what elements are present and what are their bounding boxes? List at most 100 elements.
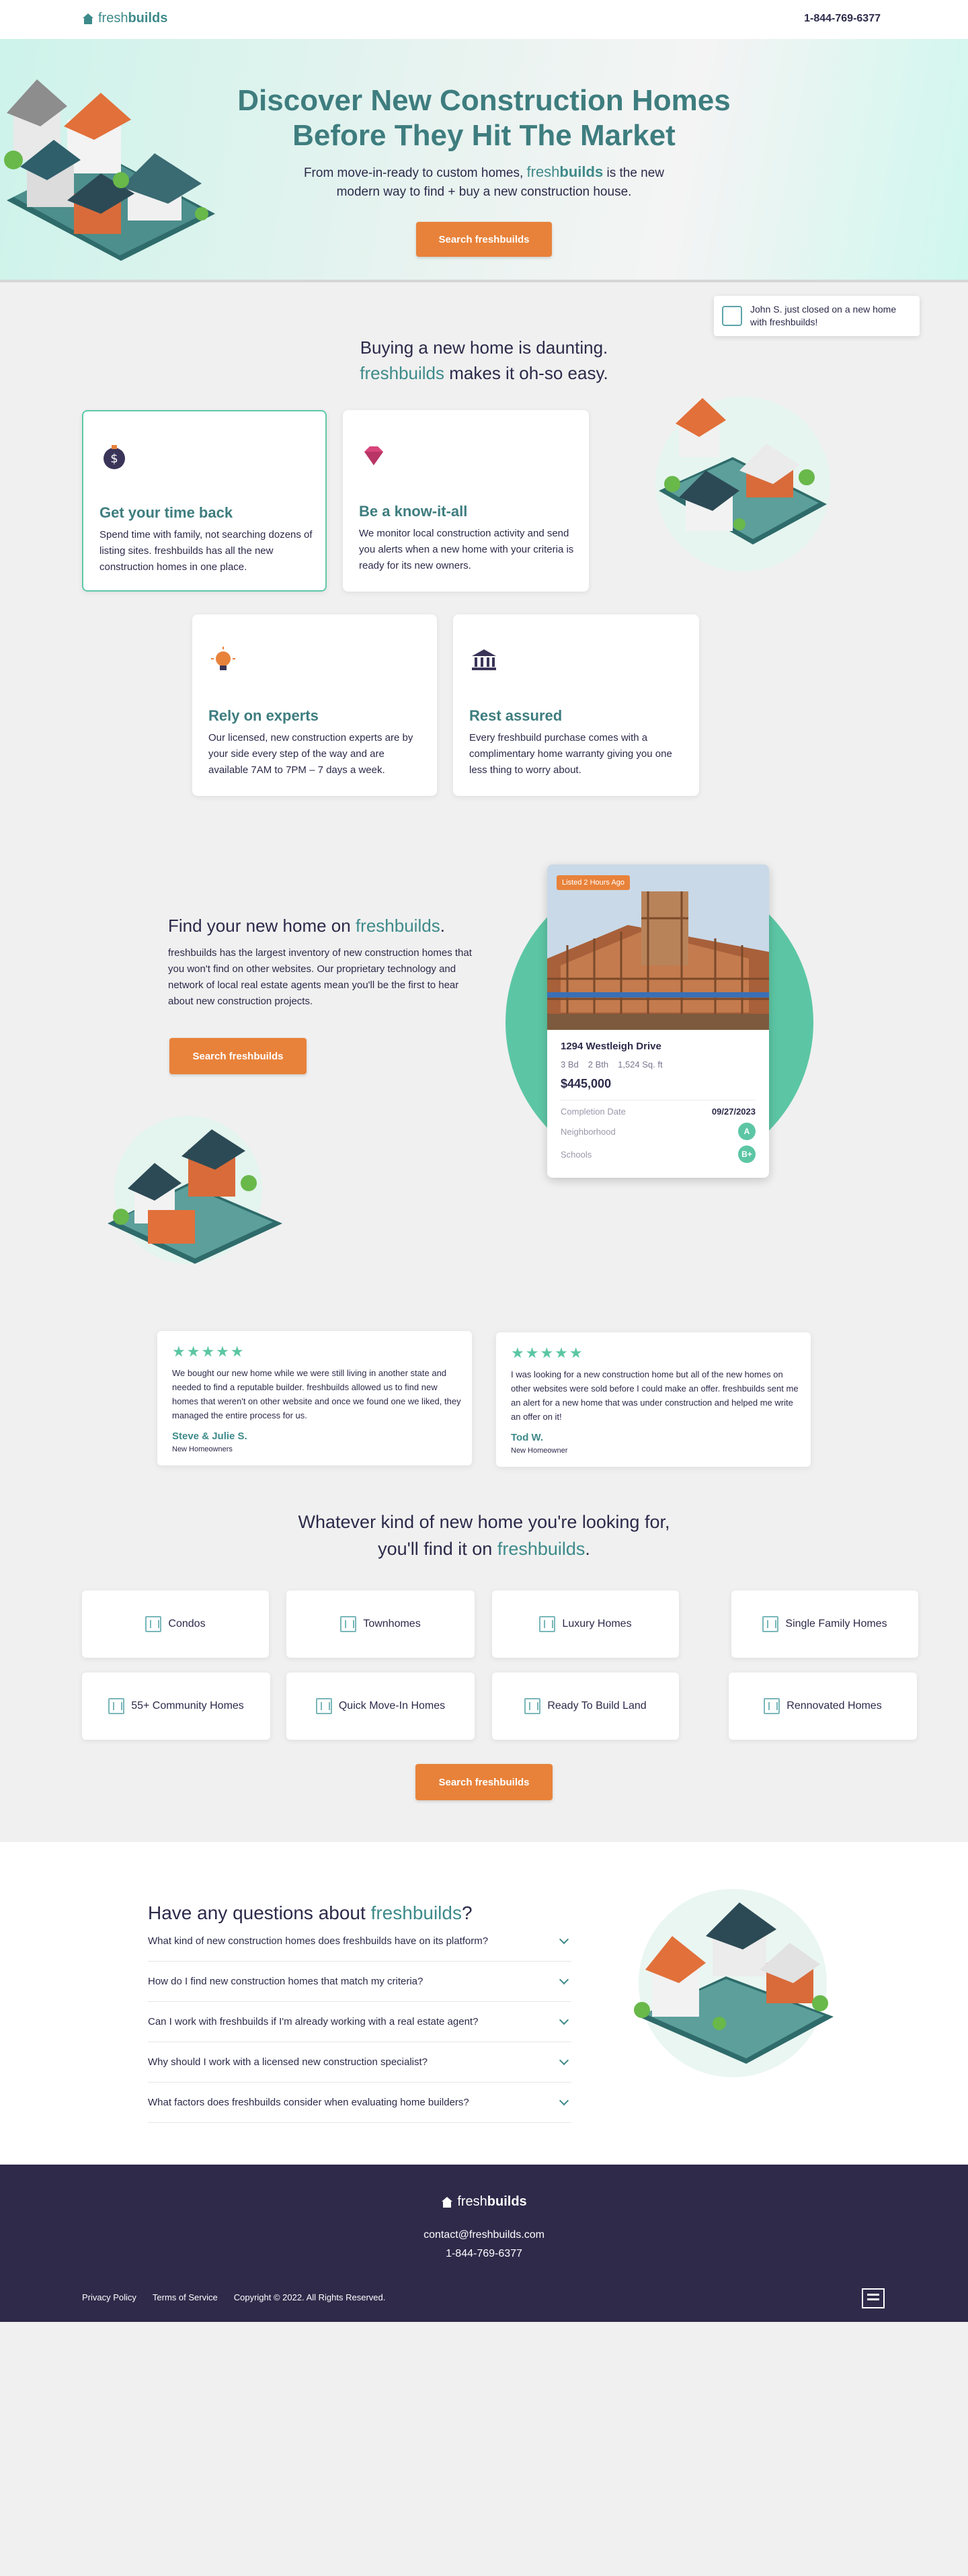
terms-link[interactable]: Terms of Service <box>153 2292 218 2302</box>
benefit-title: Be a know-it-all <box>359 503 468 520</box>
footer-phone-link[interactable]: 1-844-769-6377 <box>0 2248 968 2260</box>
home-type-condos[interactable]: Condos <box>82 1591 269 1658</box>
land-icon <box>524 1698 541 1714</box>
neighborhood-illustration <box>655 397 830 571</box>
benefit-card-experts: Rely on experts Our licensed, new constr… <box>192 614 437 796</box>
footer-email-link[interactable]: contact@freshbuilds.com <box>0 2229 968 2241</box>
hero-subtitle-pre: From move-in-ready to custom homes, <box>303 166 524 180</box>
home-type-label: Ready To Build Land <box>547 1700 647 1712</box>
daunting-line2: makes it oh-so easy. <box>449 363 608 383</box>
faq-item[interactable]: Why should I work with a licensed new co… <box>148 2042 571 2083</box>
find-brand: freshbuilds <box>356 916 440 936</box>
faq-question: What kind of new construction homes does… <box>148 1935 489 1947</box>
home-type-luxury[interactable]: Luxury Homes <box>492 1591 679 1658</box>
rating-stars-icon: ★★★★★ <box>172 1343 245 1360</box>
kinds-brand: freshbuilds <box>497 1539 586 1559</box>
diamond-icon <box>364 446 383 465</box>
daunting-brand-builds: builds <box>399 363 444 383</box>
listing-card[interactable]: Listed 2 Hours Ago 1294 Westleigh Drive … <box>547 864 769 1178</box>
listing-age-badge: Listed 2 Hours Ago <box>557 875 630 890</box>
neighborhood-grade: A <box>738 1123 756 1140</box>
faq-item[interactable]: How do I find new construction homes tha… <box>148 1962 571 2002</box>
kinds-brand-fresh: fresh <box>497 1539 538 1559</box>
listing-sqft: 1,524 Sq. ft <box>618 1059 663 1070</box>
benefit-card-assured: Rest assured Every freshbuild purchase c… <box>453 614 699 796</box>
benefit-card-time: $ Get your time back Spend time with fam… <box>82 410 327 592</box>
hero-houses-illustration <box>4 79 215 261</box>
faq-item[interactable]: Can I work with freshbuilds if I'm alrea… <box>148 2002 571 2042</box>
home-type-quick-move-in[interactable]: Quick Move-In Homes <box>286 1673 475 1740</box>
move-in-icon <box>315 1698 332 1714</box>
reviewer-role: New Homeowner <box>511 1447 568 1455</box>
notification-text: John S. just closed on a new home with f… <box>750 304 897 327</box>
home-type-single-family[interactable]: Single Family Homes <box>731 1591 918 1658</box>
daunting-heading: Buying a new home is daunting. freshbuil… <box>282 335 686 386</box>
footer: freshbuilds contact@freshbuilds.com 1-84… <box>0 2165 968 2322</box>
kinds-line2-post: . <box>585 1539 590 1559</box>
logo-fresh: fresh <box>98 11 128 26</box>
luxury-home-icon <box>539 1616 556 1632</box>
benefit-title: Rest assured <box>469 707 563 724</box>
privacy-policy-link[interactable]: Privacy Policy <box>82 2292 136 2302</box>
hero-title-line1: Discover New Construction Homes <box>237 84 731 117</box>
house-logo-icon <box>441 2196 453 2208</box>
listing-baths: 2 Bth <box>588 1059 609 1070</box>
faq-item[interactable]: What factors does freshbuilds consider w… <box>148 2083 571 2123</box>
hero-brand: freshbuilds <box>527 163 604 180</box>
logo[interactable]: freshbuilds <box>82 11 167 26</box>
hero-search-button[interactable]: Search freshbuilds <box>416 222 552 257</box>
review-card: ★★★★★ We bought our new home while we we… <box>157 1331 472 1465</box>
reviewer-name: Steve & Julie S. <box>172 1431 247 1442</box>
condo-icon <box>145 1616 162 1632</box>
community-icon <box>108 1698 125 1714</box>
home-types-heading: Whatever kind of new home you're looking… <box>255 1508 713 1562</box>
home-type-label: 55+ Community Homes <box>131 1700 244 1712</box>
listing-price: $445,000 <box>561 1077 612 1090</box>
faq-item[interactable]: What kind of new construction homes does… <box>148 1921 571 1962</box>
home-type-55plus[interactable]: 55+ Community Homes <box>82 1673 270 1740</box>
house-logo-icon <box>82 13 94 24</box>
benefit-text: Spend time with family, not searching do… <box>99 529 313 573</box>
home-type-townhomes[interactable]: Townhomes <box>286 1591 475 1658</box>
equal-housing-icon <box>862 2288 885 2308</box>
review-card: ★★★★★ I was looking for a new constructi… <box>496 1332 811 1467</box>
schools-grade: B+ <box>738 1145 756 1163</box>
kinds-line2-pre: you'll find it on <box>378 1539 493 1559</box>
daunting-brand: freshbuilds <box>360 363 444 383</box>
footer-links: Privacy Policy Terms of Service Copyrigh… <box>82 2292 385 2302</box>
review-text: We bought our new home while we were sti… <box>172 1368 461 1420</box>
faq-houses-illustration <box>634 1889 834 2077</box>
find-title: Find your new home on freshbuilds. <box>168 916 445 936</box>
townhome-icon <box>340 1616 357 1632</box>
bank-icon <box>472 649 496 670</box>
types-search-button[interactable]: Search freshbuilds <box>415 1764 553 1800</box>
chevron-down-icon <box>559 1934 569 1944</box>
hero-title-line2: Before They Hit The Market <box>292 119 676 152</box>
renovated-icon <box>764 1698 780 1714</box>
find-title-post: . <box>440 916 445 936</box>
chevron-down-icon <box>559 2015 569 2025</box>
find-search-button[interactable]: Search freshbuilds <box>169 1038 307 1074</box>
home-type-renovated[interactable]: Rennovated Homes <box>729 1673 917 1740</box>
footer-logo[interactable]: freshbuilds <box>0 2194 968 2210</box>
hero-subtitle: From move-in-ready to custom homes, fres… <box>282 163 686 202</box>
neighborhood-label: Neighborhood <box>561 1127 616 1137</box>
home-type-label: Condos <box>168 1618 206 1629</box>
listing-beds: 3 Bd <box>561 1059 579 1070</box>
completion-date: 09/27/2023 <box>711 1106 756 1117</box>
kinds-brand-builds: builds <box>537 1539 586 1559</box>
header-phone-link[interactable]: 1-844-769-6377 <box>804 13 881 25</box>
listing-address: 1294 Westleigh Drive <box>561 1041 661 1052</box>
home-type-land[interactable]: Ready To Build Land <box>492 1673 679 1740</box>
benefit-title: Get your time back <box>99 504 233 521</box>
chevron-down-icon <box>559 2095 569 2105</box>
find-text: freshbuilds has the largest inventory of… <box>168 947 472 1007</box>
hero-section: Discover New Construction Homes Before Th… <box>0 39 968 282</box>
faq-brand-builds: builds <box>412 1902 462 1923</box>
schools-label: Schools <box>561 1150 592 1160</box>
single-family-icon <box>762 1616 779 1632</box>
svg-text:$: $ <box>110 452 118 466</box>
faq-question: Why should I work with a licensed new co… <box>148 2056 428 2068</box>
rating-stars-icon: ★★★★★ <box>511 1344 584 1361</box>
review-text: I was looking for a new construction hom… <box>511 1369 799 1422</box>
